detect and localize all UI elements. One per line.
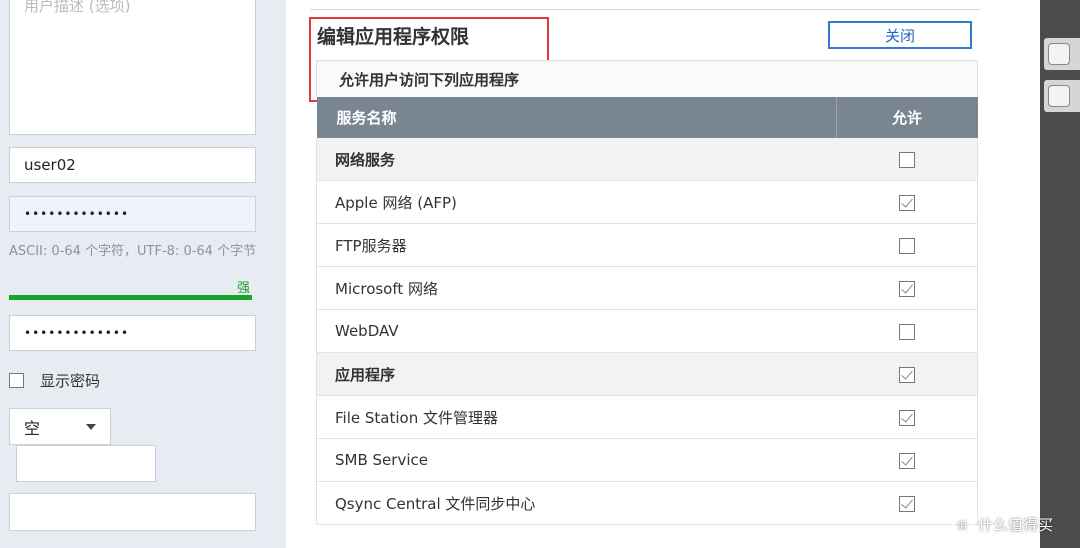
watermark-logo-icon: 值 bbox=[952, 514, 972, 535]
chevron-down-icon bbox=[86, 423, 96, 430]
table-row: WebDAV bbox=[316, 309, 978, 353]
allow-checkbox[interactable] bbox=[898, 495, 915, 512]
allow-cell bbox=[836, 138, 978, 181]
user-form-panel: 用户描述 (选项) user02 ••••••••••••• ASCII: 0-… bbox=[0, 0, 286, 548]
allow-checkbox[interactable] bbox=[898, 452, 915, 469]
tool-icon bbox=[1048, 85, 1070, 107]
column-header-service-name: 服务名称 bbox=[316, 97, 837, 138]
table-row: Qsync Central 文件同步中心 bbox=[316, 481, 978, 525]
username-input[interactable]: user02 bbox=[9, 147, 256, 183]
quota-select-value: 空 bbox=[24, 418, 41, 438]
dialog-subtitle: 允许用户访问下列应用程序 bbox=[316, 60, 978, 97]
confirm-password-input[interactable]: ••••••••••••• bbox=[9, 315, 256, 351]
quota-select[interactable]: 空 bbox=[9, 408, 111, 445]
watermark: 值 什么值得买 bbox=[952, 514, 1053, 535]
allow-cell bbox=[836, 180, 978, 224]
allow-checkbox[interactable] bbox=[898, 409, 915, 426]
extra-input[interactable] bbox=[9, 493, 256, 531]
password-input[interactable]: ••••••••••••• bbox=[9, 196, 256, 232]
service-name-cell: Apple 网络 (AFP) bbox=[316, 180, 836, 224]
show-password-label: 显示密码 bbox=[40, 372, 101, 390]
allow-checkbox[interactable] bbox=[898, 194, 915, 211]
divider bbox=[310, 9, 980, 10]
password-strength-bar bbox=[9, 295, 252, 300]
table-group-row: 应用程序 bbox=[316, 352, 978, 396]
service-name-cell: FTP服务器 bbox=[316, 223, 836, 267]
allow-checkbox[interactable] bbox=[898, 280, 915, 297]
password-strength-label: 强 bbox=[237, 281, 251, 296]
dialog-title: 编辑应用程序权限 bbox=[317, 26, 470, 48]
service-name-cell: Microsoft 网络 bbox=[316, 266, 836, 310]
password-value: ••••••••••••• bbox=[24, 207, 130, 221]
username-value: user02 bbox=[24, 156, 76, 174]
password-hint: ASCII: 0-64 个字符，UTF-8: 0-64 个字节 bbox=[9, 244, 257, 259]
table-group-row: 网络服务 bbox=[316, 138, 978, 181]
allow-cell bbox=[836, 309, 978, 353]
close-button[interactable]: 关闭 bbox=[828, 21, 972, 49]
allow-checkbox[interactable] bbox=[898, 323, 915, 340]
confirm-password-value: ••••••••••••• bbox=[24, 326, 130, 340]
service-name-cell: File Station 文件管理器 bbox=[316, 395, 836, 439]
permissions-table-body: 网络服务 Apple 网络 (AFP) FTP服务器 Microsoft 网络 WebD… bbox=[316, 138, 978, 525]
allow-cell bbox=[836, 438, 978, 482]
allow-cell bbox=[836, 266, 978, 310]
quota-size-input[interactable] bbox=[16, 445, 156, 482]
service-name-cell: SMB Service bbox=[316, 438, 836, 482]
table-row: FTP服务器 bbox=[316, 223, 978, 267]
permissions-table: 服务名称 允许 网络服务 Apple 网络 (AFP) FTP服务器 Microsof… bbox=[316, 97, 978, 525]
table-row: Apple 网络 (AFP) bbox=[316, 180, 978, 224]
table-row: SMB Service bbox=[316, 438, 978, 482]
table-header-row: 服务名称 允许 bbox=[316, 97, 978, 138]
service-name-cell: 应用程序 bbox=[316, 352, 836, 396]
column-header-allow: 允许 bbox=[836, 97, 978, 138]
tool-icon bbox=[1048, 43, 1070, 65]
allow-checkbox[interactable] bbox=[898, 366, 915, 383]
allow-cell bbox=[836, 352, 978, 396]
allow-cell bbox=[836, 395, 978, 439]
allow-checkbox[interactable] bbox=[898, 237, 915, 254]
service-name-cell: WebDAV bbox=[316, 309, 836, 353]
allow-checkbox[interactable] bbox=[898, 151, 915, 168]
table-row: Microsoft 网络 bbox=[316, 266, 978, 310]
allow-cell bbox=[836, 223, 978, 267]
background-window-strip bbox=[1040, 0, 1080, 548]
watermark-text: 什么值得买 bbox=[978, 516, 1054, 534]
table-row: File Station 文件管理器 bbox=[316, 395, 978, 439]
description-placeholder: 用户描述 (选项) bbox=[24, 0, 131, 15]
show-password-checkbox[interactable] bbox=[9, 373, 24, 388]
show-password-toggle[interactable]: 显示密码 bbox=[9, 370, 100, 391]
edit-app-permissions-dialog: 编辑应用程序权限 关闭 允许用户访问下列应用程序 服务名称 允许 网络服务 App… bbox=[300, 0, 995, 548]
description-textarea[interactable]: 用户描述 (选项) bbox=[9, 0, 256, 135]
service-name-cell: Qsync Central 文件同步中心 bbox=[316, 481, 836, 525]
service-name-cell: 网络服务 bbox=[316, 138, 836, 181]
